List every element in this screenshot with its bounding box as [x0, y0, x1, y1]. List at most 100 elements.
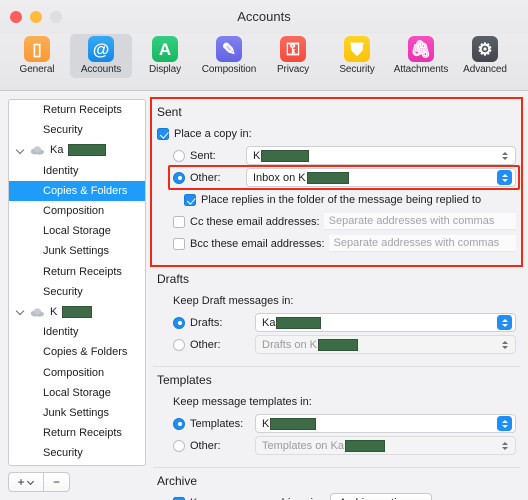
toolbar-item-label: Advanced — [463, 64, 507, 75]
place-replies-row[interactable]: Place replies in the folder of the messa… — [157, 190, 516, 209]
sent-other-folder-popup[interactable]: Inbox on K — [246, 168, 516, 187]
redaction-overlay — [276, 316, 322, 329]
cc-checkbox[interactable] — [173, 215, 185, 228]
templates-keep-label: Keep message templates in: — [173, 395, 312, 408]
sent-folder-stepper-icon[interactable] — [497, 148, 512, 163]
bcc-input[interactable]: Separate addresses with commas — [328, 235, 516, 252]
copies-and-folders-pane: Sent Place a copy in: Sent: K Other: Inb… — [153, 99, 520, 500]
templates-folder-row[interactable]: Templates: K — [157, 414, 516, 433]
place-replies-checkbox[interactable] — [184, 193, 196, 206]
sidebar-item-return-receipts[interactable]: Return Receipts — [9, 100, 145, 120]
cc-label: Cc these email addresses: — [190, 215, 320, 228]
drafts-radio-label: Drafts: — [190, 316, 223, 329]
toolbar-item-display[interactable]: A Display — [134, 34, 196, 78]
bcc-checkbox[interactable] — [173, 237, 185, 250]
sidebar-item-junk-settings[interactable]: Junk Settings — [9, 241, 145, 261]
preferences-toolbar: ▯ General @ Accounts A Display ✎ Composition ⚿ Pr… — [0, 34, 528, 91]
sent-other-folder-value: Inbox on K — [253, 171, 306, 184]
sidebar-item-copies-folders[interactable]: Copies & Folders — [9, 180, 145, 201]
sidebar-item-label: Security — [43, 124, 83, 137]
sidebar-item-k[interactable]: K — [9, 302, 145, 322]
sent-group-title: Sent — [157, 105, 182, 119]
cc-row[interactable]: Cc these email addresses: Separate addre… — [157, 212, 516, 231]
toolbar-item-security[interactable]: ⛊ Security — [326, 34, 388, 78]
sidebar-item-junk-settings[interactable]: Junk Settings — [9, 403, 145, 423]
shield-icon: ⛊ — [344, 36, 370, 62]
sent-other-folder-row[interactable]: Other: Inbox on K — [157, 168, 516, 187]
toolbar-item-attachments[interactable]: 🖇 Attachments — [390, 34, 452, 78]
toolbar-item-composition[interactable]: ✎ Composition — [198, 34, 260, 78]
cc-input[interactable]: Separate addresses with commas — [323, 213, 516, 230]
sidebar-item-copies-folders[interactable]: Copies & Folders — [9, 342, 145, 362]
templates-other-folder-stepper-icon[interactable] — [497, 438, 512, 453]
toolbar-item-label: Privacy — [276, 64, 310, 75]
remove-account-button[interactable]: − — [43, 472, 70, 492]
toolbar-item-privacy[interactable]: ⚿ Privacy — [262, 34, 324, 78]
sidebar-item-security[interactable]: Security — [9, 120, 145, 140]
sidebar-item-security[interactable]: Security — [9, 443, 145, 463]
sidebar-item-return-receipts[interactable]: Return Receipts — [9, 423, 145, 443]
redaction-overlay — [62, 305, 93, 318]
redaction-overlay — [68, 144, 107, 157]
chevron-down-icon[interactable] — [17, 146, 26, 155]
archive-options-button[interactable]: Archive options... — [330, 493, 433, 500]
drafts-other-radio[interactable] — [173, 338, 185, 351]
sidebar-item-identity[interactable]: Identity — [9, 322, 145, 342]
drafts-radio[interactable] — [173, 316, 185, 329]
drafts-other-row[interactable]: Other: Drafts on K — [157, 335, 516, 354]
chevron-down-icon — [28, 479, 35, 486]
sidebar-item-local-storage[interactable]: Local Storage — [9, 383, 145, 403]
archive-group: Archive Keep message archives in: Archiv… — [153, 467, 520, 500]
sent-other-folder-stepper-icon[interactable] — [497, 170, 512, 185]
chevron-down-icon[interactable] — [17, 307, 26, 316]
place-copy-row[interactable]: Place a copy in: — [157, 124, 516, 143]
minus-icon: − — [52, 475, 60, 489]
templates-other-radio[interactable] — [173, 439, 185, 452]
drafts-folder-row[interactable]: Drafts: Ka — [157, 313, 516, 332]
sidebar-item-ka[interactable]: Ka — [9, 140, 145, 160]
toolbar-item-accounts[interactable]: @ Accounts — [70, 34, 132, 78]
sidebar-item-label: Security — [43, 447, 83, 460]
accounts-tree[interactable]: Return Receipts Security Ka Identity Copies … — [8, 99, 146, 466]
toolbar-item-advanced[interactable]: ⚙ Advanced — [454, 34, 516, 78]
sidebar-item-local-storage[interactable]: Local Storage — [9, 221, 145, 241]
add-account-button[interactable]: + — [8, 472, 43, 492]
sent-folder-row[interactable]: Sent: K — [157, 146, 516, 165]
templates-folder-value: K — [262, 417, 270, 430]
sidebar-item-security[interactable]: Security — [9, 282, 145, 302]
sidebar-action-buttons: + − — [8, 472, 146, 492]
toolbar-item-label: Attachments — [393, 64, 449, 75]
sidebar-item-return-receipts[interactable]: Return Receipts — [9, 262, 145, 282]
sidebar-item-label: Junk Settings — [43, 406, 110, 419]
templates-radio[interactable] — [173, 417, 185, 430]
sent-other-radio[interactable] — [173, 171, 185, 184]
sent-folder-popup[interactable]: K — [246, 146, 516, 165]
drafts-other-folder-popup[interactable]: Drafts on K — [255, 335, 516, 354]
sidebar-item-label: Composition — [43, 366, 105, 379]
drafts-folder-popup[interactable]: Ka — [255, 313, 516, 332]
drafts-folder-stepper-icon[interactable] — [497, 315, 512, 330]
redaction-overlay — [344, 439, 385, 452]
archive-keep-checkbox[interactable] — [173, 496, 185, 500]
templates-other-folder-value: Templates on Ka — [262, 439, 344, 452]
templates-folder-stepper-icon[interactable] — [497, 416, 512, 431]
sidebar-item-composition[interactable]: Composition — [9, 362, 145, 382]
gear-icon: ⚙ — [472, 36, 498, 62]
bcc-row[interactable]: Bcc these email addresses: Separate addr… — [157, 234, 516, 253]
archive-keep-row[interactable]: Keep message archives in: Archive option… — [157, 493, 516, 500]
toolbar-item-label: Accounts — [80, 64, 122, 75]
templates-other-folder-popup[interactable]: Templates on Ka — [255, 436, 516, 455]
templates-folder-popup[interactable]: K — [255, 414, 516, 433]
pencil-icon: ✎ — [216, 36, 242, 62]
place-copy-checkbox[interactable] — [157, 127, 169, 140]
sidebar-item-identity[interactable]: Identity — [9, 161, 145, 181]
redaction-overlay — [270, 417, 317, 430]
drafts-other-radio-label: Other: — [190, 338, 221, 351]
templates-other-row[interactable]: Other: Templates on Ka — [157, 436, 516, 455]
drafts-other-folder-stepper-icon[interactable] — [497, 337, 512, 352]
place-replies-label: Place replies in the folder of the messa… — [201, 193, 482, 206]
sent-radio[interactable] — [173, 149, 185, 162]
toolbar-item-general[interactable]: ▯ General — [6, 34, 68, 78]
sidebar-item-composition[interactable]: Composition — [9, 201, 145, 221]
sent-folder-value: K — [253, 149, 261, 162]
